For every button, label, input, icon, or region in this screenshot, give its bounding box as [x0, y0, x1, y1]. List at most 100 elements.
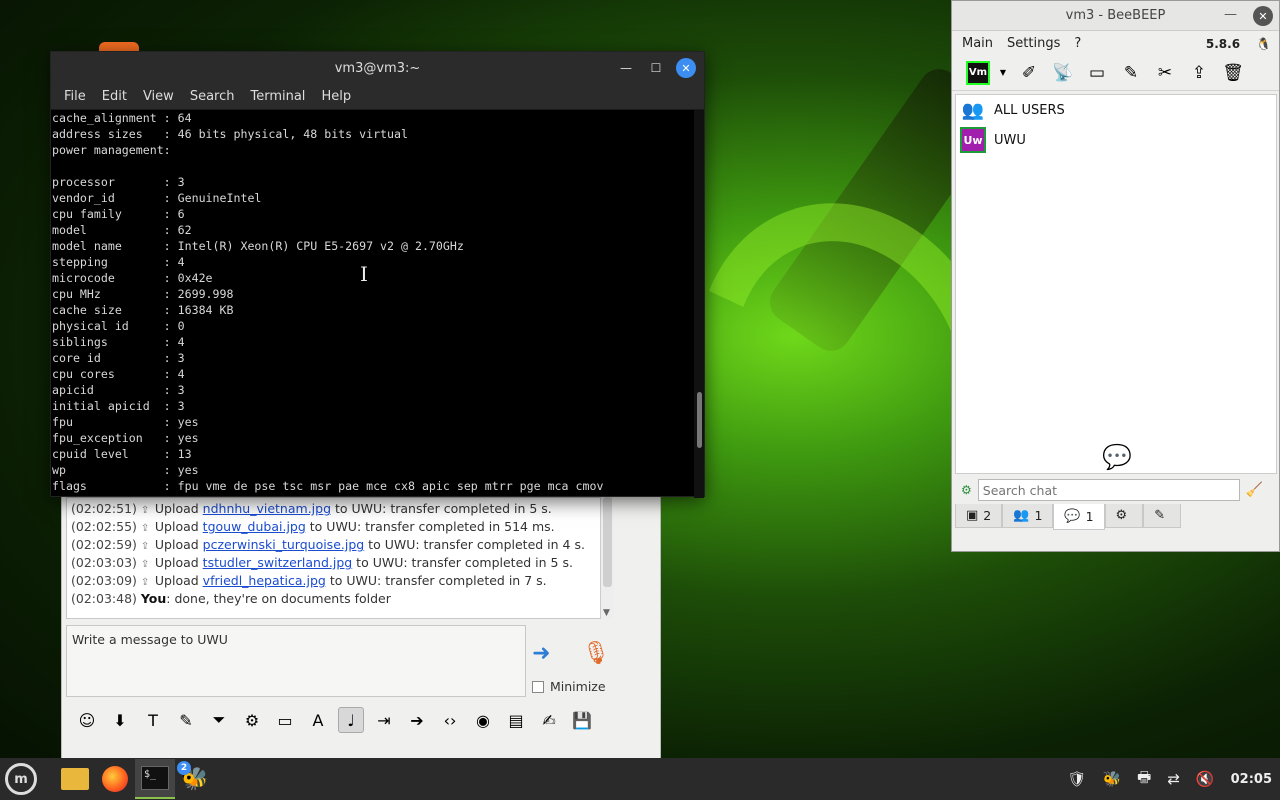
beebeep-menubar: Main Settings ? 5.8.6 🐧: [952, 31, 1279, 55]
menu-terminal[interactable]: Terminal: [245, 87, 310, 106]
color-icon[interactable]: ✎: [173, 707, 199, 733]
beebeep-icon[interactable]: 2 🐝: [175, 759, 215, 799]
volume-muted-icon[interactable]: 🔇: [1196, 770, 1215, 788]
file-link[interactable]: tstudler_switzerland.jpg: [203, 555, 353, 570]
tab-count: 1: [1034, 508, 1043, 523]
send-file-icon[interactable]: ➔: [404, 707, 430, 733]
file-link[interactable]: ndhnhu_vietnam.jpg: [203, 501, 331, 516]
tab-0[interactable]: ▣ 2: [955, 504, 1003, 528]
terminal-output[interactable]: cache_alignment : 64 address sizes : 46 b…: [51, 110, 694, 498]
code-icon[interactable]: ‹›: [437, 707, 463, 733]
text-icon[interactable]: A: [305, 707, 331, 733]
menu-edit[interactable]: Edit: [97, 87, 132, 106]
status-vm-icon[interactable]: Vm: [966, 60, 990, 85]
message-input[interactable]: Write a message to UWU: [66, 625, 526, 697]
user-item-uwu[interactable]: Uw UWU: [956, 125, 1276, 155]
menu-file[interactable]: File: [59, 87, 91, 106]
settings-icon[interactable]: ⚙: [239, 707, 265, 733]
network-icon[interactable]: ⇄: [1167, 770, 1180, 788]
user-name: UWU: [994, 132, 1026, 148]
menu-help[interactable]: ?: [1068, 34, 1087, 53]
close-icon[interactable]: ✕: [676, 58, 696, 78]
minimize-icon[interactable]: —: [1224, 7, 1237, 22]
font-icon[interactable]: T: [140, 707, 166, 733]
menu-help[interactable]: Help: [316, 87, 356, 106]
bee-tray-icon[interactable]: 🐝: [1102, 770, 1121, 788]
search-input[interactable]: [977, 479, 1240, 501]
terminal-icon[interactable]: $_: [135, 759, 175, 799]
menu-view[interactable]: View: [138, 87, 179, 106]
log-entry: (02:03:09) ⇪ Upload vfriedl_hepatica.jpg …: [71, 572, 609, 590]
user-item-all[interactable]: 👥 ALL USERS: [956, 95, 1276, 125]
scroll-thumb[interactable]: [697, 392, 702, 448]
file-link[interactable]: pczerwinski_turquoise.jpg: [203, 537, 365, 552]
send-button[interactable]: ➜: [532, 641, 568, 671]
tab-1[interactable]: 👥 1: [1002, 504, 1054, 528]
maximize-icon[interactable]: ☐: [646, 58, 666, 78]
emoji-icon[interactable]: ☺: [74, 707, 100, 733]
terminal-scrollbar[interactable]: [694, 110, 704, 498]
sender-name: You: [140, 591, 167, 606]
chevron-down-icon[interactable]: ▼: [998, 60, 1008, 86]
user-name: ALL USERS: [994, 102, 1065, 118]
export-icon[interactable]: ⇥: [371, 707, 397, 733]
linux-icon: 🐧: [1256, 37, 1271, 51]
scroll-down-icon[interactable]: ▼: [603, 608, 610, 618]
log-entry: (02:02:51) ⇪ Upload ndhnhu_vietnam.jpg to…: [71, 500, 609, 518]
minimize-icon[interactable]: —: [616, 58, 636, 78]
log-prefix: Upload: [154, 555, 203, 570]
log-suffix: to UWU: transfer completed in 5 s.: [331, 501, 552, 516]
terminal-line: flags : fpu vme de pse tsc msr pae mce c…: [52, 479, 604, 493]
minimize-checkbox[interactable]: Minimize: [532, 679, 606, 694]
menu-search[interactable]: Search: [185, 87, 240, 106]
terminal-line: cache_alignment : 64: [52, 111, 192, 125]
note-icon[interactable]: ✎: [1118, 60, 1144, 86]
scroll-thumb[interactable]: [603, 497, 612, 587]
close-icon[interactable]: ✕: [1253, 6, 1273, 26]
clear-icon[interactable]: 🧹: [1246, 482, 1263, 498]
checkbox-box[interactable]: [532, 680, 544, 693]
tools-icon[interactable]: ✂: [1152, 60, 1178, 86]
tab-icon: ⚙: [1115, 508, 1128, 523]
log-suffix: to UWU: transfer completed in 7 s.: [325, 573, 547, 588]
download-icon[interactable]: ⬇: [107, 707, 133, 733]
edit-icon[interactable]: ✍: [536, 707, 562, 733]
tab-2[interactable]: 💬 1: [1053, 504, 1105, 530]
chat-scrollbar[interactable]: ▼: [600, 497, 614, 619]
menu-settings[interactable]: Settings: [1001, 34, 1066, 53]
screenshot-icon[interactable]: ▤: [503, 707, 529, 733]
tab-4[interactable]: ✎: [1143, 504, 1182, 528]
terminal-titlebar[interactable]: vm3@vm3:~ — ☐ ✕: [51, 52, 704, 84]
tab-3[interactable]: ⚙: [1104, 504, 1144, 528]
filter-icon[interactable]: ⏷: [206, 707, 232, 733]
trash-icon[interactable]: 🗑: [1220, 60, 1246, 86]
tab-icon: ✎: [1154, 508, 1166, 523]
inbox-icon[interactable]: ▭: [272, 707, 298, 733]
menu-main[interactable]: Main: [956, 34, 999, 53]
tab-count: 2: [983, 508, 992, 523]
camera-icon[interactable]: ◉: [470, 707, 496, 733]
terminal-title: vm3@vm3:~: [334, 60, 421, 76]
system-tray: 🛡 🐝 🖶 ⇄ 🔇 02:05: [1067, 758, 1272, 800]
clock[interactable]: 02:05: [1231, 772, 1272, 787]
profile-icon[interactable]: ✐: [1016, 60, 1042, 86]
menu-icon[interactable]: m: [5, 763, 37, 795]
terminal-line: cpuid level : 13: [52, 447, 192, 461]
terminal-line: fpu : yes: [52, 415, 199, 429]
file-link[interactable]: vfriedl_hepatica.jpg: [203, 573, 326, 588]
chat-bubble-icon[interactable]: 💬: [1102, 443, 1132, 471]
music-icon[interactable]: ♩: [338, 707, 364, 733]
save-icon[interactable]: 💾: [569, 707, 595, 733]
terminal-line: vendor_id : GenuineIntel: [52, 191, 262, 205]
shield-icon[interactable]: 🛡: [1067, 770, 1086, 788]
upload-icon[interactable]: ⇪: [1186, 60, 1212, 86]
beebeep-titlebar[interactable]: vm3 - BeeBEEP — ✕: [952, 1, 1279, 31]
network-icon[interactable]: 📡: [1050, 60, 1076, 86]
microphone-button[interactable]: 🎙: [582, 641, 610, 671]
firefox-icon[interactable]: [95, 759, 135, 799]
files-icon[interactable]: [55, 759, 95, 799]
printer-icon[interactable]: 🖶: [1137, 767, 1151, 792]
folder-icon[interactable]: ▭: [1084, 60, 1110, 86]
file-link[interactable]: tgouw_dubai.jpg: [203, 519, 306, 534]
terminal-line: power management:: [52, 143, 171, 157]
